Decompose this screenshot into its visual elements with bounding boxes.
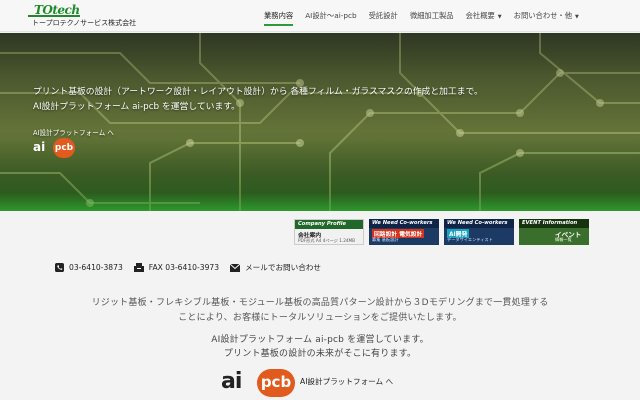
banner-title: EVENT Information — [519, 219, 589, 228]
phone-icon — [55, 263, 64, 272]
nav-label: AI設計～ai-pcb — [305, 11, 357, 20]
chevron-down-icon: ▼ — [497, 14, 502, 20]
nav-item-ai-pcb[interactable]: AI設計～ai-pcb — [305, 11, 356, 26]
banner-caption: 情報一覧 — [555, 237, 572, 242]
event-info-banner[interactable]: EVENT Information イベント 情報一覧 — [519, 219, 589, 245]
main-nav: 業務内容 AI設計～ai-pcb 受託設計 微細加工製品 会社概要 ▼ お問い合わ… — [264, 11, 591, 26]
hero-tagline: プリント基板の設計（アートワーク設計・レイアウト設計）から 各種フィルム・ガラス… — [33, 87, 483, 97]
logo-ai-text: ai — [33, 140, 46, 154]
phone-contact[interactable]: 03-6410-3873 — [55, 263, 123, 272]
mail-link: メールでお問い合わせ — [245, 263, 322, 272]
banner-caption: 募集 基板設計 — [372, 237, 399, 242]
fax-icon — [133, 263, 144, 272]
chevron-down-icon: ▼ — [575, 14, 579, 20]
intro-line-2: ことにより、お客様にトータルソリューションをご提供いたします。 — [178, 313, 462, 323]
nav-item-contract-design[interactable]: 受託設計 — [369, 11, 398, 26]
banner-title: We Need Co-workers — [444, 219, 514, 228]
recruit-ai-banner[interactable]: We Need Co-workers AI開発 データサイエンティスト — [444, 219, 514, 245]
site-header: TOtech トープロテクノサービス株式会社 業務内容 AI設計～ai-pcb … — [0, 0, 640, 32]
recruit-design-banner[interactable]: We Need Co-workers 回路設計 電気設計 募集 基板設計 — [369, 219, 439, 245]
hero-overlay — [0, 33, 640, 211]
fax-number: FAX 03-6410-3973 — [148, 263, 220, 272]
fax-contact[interactable]: FAX 03-6410-3973 — [133, 263, 220, 272]
nav-label: 業務内容 — [264, 11, 294, 20]
banner-caption: データサイエンティスト — [447, 237, 493, 242]
ai-pcb-large-logo[interactable]: ai pcb — [221, 369, 301, 397]
logo-underline — [28, 15, 80, 17]
nav-item-services[interactable]: 業務内容 — [264, 11, 294, 26]
company-name: トープロテクノサービス株式会社 — [32, 19, 137, 27]
logo-pcb-text: pcb — [257, 369, 295, 397]
mail-icon — [230, 263, 241, 272]
intro-line-3: AI設計プラットフォーム ai-pcb を運営しています。 — [211, 335, 429, 345]
nav-item-microfab[interactable]: 微細加工製品 — [410, 11, 454, 26]
nav-label: 微細加工製品 — [409, 11, 454, 20]
intro-line-1: リジット基板・フレキシブル基板・モジュール基板の高品質パターン設計から３Dモデリ… — [91, 298, 549, 308]
ai-pcb-logo[interactable]: ai pcb — [33, 138, 77, 158]
logo-ai-text: ai — [221, 369, 242, 394]
hero-subtitle: AI設計プラットフォーム ai-pcb を運営しています。 — [33, 102, 240, 112]
logo-pcb-text: pcb — [53, 138, 75, 158]
mail-contact[interactable]: メールでお問い合わせ — [230, 262, 321, 273]
hero-ai-platform-link[interactable]: AI設計プラットフォーム へ — [33, 127, 114, 137]
intro-line-4: プリント基板の設計の未来がそこに有ります。 — [223, 349, 417, 359]
hero-banner: プリント基板の設計（アートワーク設計・レイアウト設計）から 各種フィルム・ガラス… — [0, 33, 640, 211]
banner-caption: PDF形式 A4 4ページ 1.24MB — [298, 238, 356, 243]
nav-label: 受託設計 — [368, 11, 398, 20]
nav-item-company[interactable]: 会社概要 ▼ — [466, 11, 502, 26]
banner-title: Company Profile — [295, 220, 363, 229]
company-logo[interactable]: TOtech トープロテクノサービス株式会社 — [28, 3, 158, 29]
contact-row: 03-6410-3873 FAX 03-6410-3973 メールでお問い合わせ — [55, 262, 332, 273]
phone-number: 03-6410-3873 — [69, 263, 123, 272]
ai-platform-link[interactable]: AI設計プラットフォーム へ — [300, 376, 393, 387]
company-profile-banner[interactable]: Company Profile 会社案内 PDF形式 A4 4ページ 1.24M… — [294, 219, 364, 245]
banner-row: Company Profile 会社案内 PDF形式 A4 4ページ 1.24M… — [294, 219, 594, 245]
nav-label: 会社概要 — [465, 11, 495, 20]
banner-title: We Need Co-workers — [369, 219, 439, 228]
nav-item-contact[interactable]: お問い合わせ・他 ▼ — [514, 11, 579, 26]
nav-label: お問い合わせ・他 — [513, 11, 573, 20]
hero-green-glow — [0, 193, 640, 211]
